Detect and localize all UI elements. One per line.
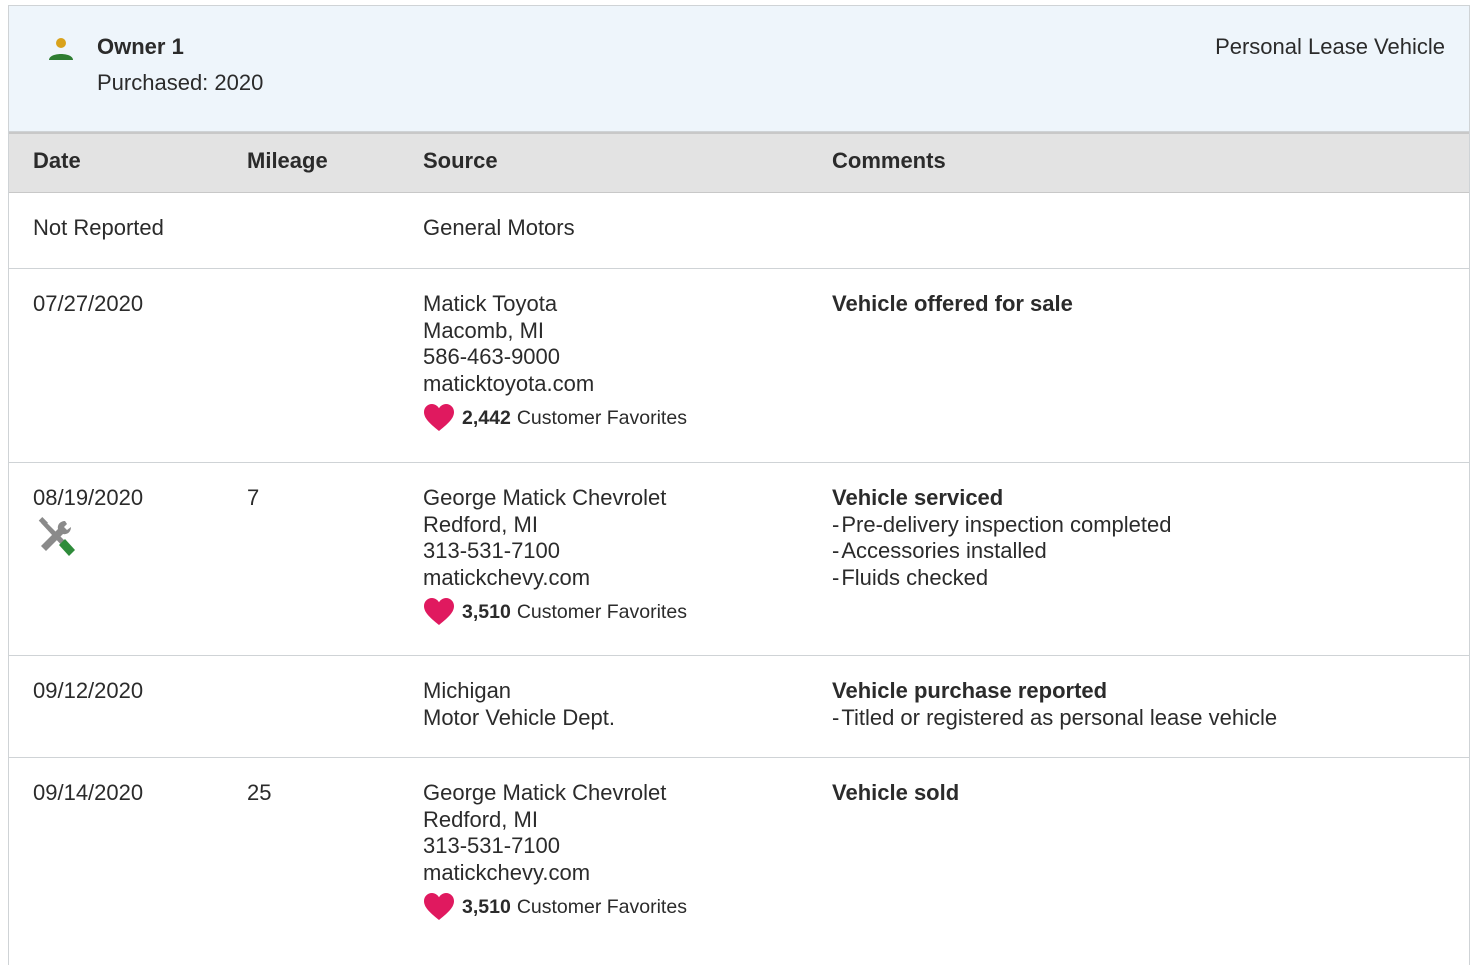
table-row: 08/19/2020 7 George Matick Chevrolet Red… <box>9 463 1469 656</box>
record-comments: Vehicle purchase reported -Titled or reg… <box>832 678 1277 731</box>
record-source: George Matick Chevrolet Redford, MI 313-… <box>423 485 687 627</box>
source-website-link[interactable]: maticktoyota.com <box>423 371 687 398</box>
source-phone[interactable]: 313-531-7100 <box>423 538 687 565</box>
favorites-label: Customer Favorites <box>516 406 687 429</box>
comment-item-text: Pre-delivery inspection completed <box>841 511 1172 537</box>
favorites-count: 2,442 <box>462 406 511 429</box>
source-name: Matick Toyota <box>423 291 558 316</box>
comment-item-text: Fluids checked <box>841 564 989 590</box>
record-date: 09/12/2020 <box>33 678 144 703</box>
table-row: 09/12/2020 Michigan Motor Vehicle Dept. … <box>9 656 1469 758</box>
customer-favorites: 3,510 Customer Favorites <box>423 892 687 922</box>
table-header: Date Mileage Source Comments <box>9 132 1469 193</box>
record-date: 07/27/2020 <box>33 291 144 316</box>
owner-purchased-year: Purchased: 2020 <box>97 70 264 95</box>
source-name: George Matick Chevrolet <box>423 780 667 805</box>
ownership-history-panel: Owner 1 Purchased: 2020 Personal Lease V… <box>8 5 1470 965</box>
record-comments: Vehicle serviced -Pre-delivery inspectio… <box>832 485 1172 591</box>
customer-favorites: 2,442 Customer Favorites <box>423 403 687 433</box>
heart-icon <box>424 893 454 920</box>
source-location: Macomb, MI <box>423 317 545 343</box>
record-mileage: 25 <box>247 780 272 805</box>
column-header-comments: Comments <box>832 148 946 173</box>
table-row: Not Reported General Motors <box>9 193 1469 269</box>
comment-item: -Titled or registered as personal lease … <box>832 704 1278 730</box>
record-date-cell: 08/19/2020 <box>33 485 143 559</box>
heart-icon <box>424 404 454 431</box>
column-header-mileage: Mileage <box>247 148 328 173</box>
record-date: 08/19/2020 <box>33 485 144 510</box>
comment-item-text: Titled or registered as personal lease v… <box>841 704 1278 730</box>
record-source: George Matick Chevrolet Redford, MI 313-… <box>423 780 687 922</box>
favorites-count: 3,510 <box>462 600 511 623</box>
vehicle-use-type: Personal Lease Vehicle <box>1215 34 1445 59</box>
record-mileage: 7 <box>247 485 260 510</box>
record-date: 09/14/2020 <box>33 780 144 805</box>
owner-header: Owner 1 Purchased: 2020 Personal Lease V… <box>9 6 1469 132</box>
comment-item: -Fluids checked <box>832 564 989 590</box>
service-tools-icon <box>38 516 75 556</box>
record-date: Not Reported <box>33 215 164 240</box>
source-phone[interactable]: 586-463-9000 <box>423 344 687 371</box>
history-table-body: Not Reported General Motors 07/27/2020 M… <box>9 193 1469 958</box>
comment-title: Vehicle serviced <box>832 485 1004 510</box>
source-website-link[interactable]: matickchevy.com <box>423 860 687 887</box>
table-row: 07/27/2020 Matick Toyota Macomb, MI 586-… <box>9 269 1469 463</box>
source-phone[interactable]: 313-531-7100 <box>423 833 687 860</box>
column-header-date: Date <box>33 148 81 173</box>
record-comments: Vehicle offered for sale <box>832 291 1073 318</box>
comment-item-text: Accessories installed <box>841 538 1047 563</box>
source-name: George Matick Chevrolet <box>423 485 667 510</box>
favorites-label: Customer Favorites <box>516 895 687 918</box>
source-name: Michigan <box>423 678 512 703</box>
customer-favorites: 3,510 Customer Favorites <box>423 597 687 627</box>
comment-title: Vehicle offered for sale <box>832 291 1073 316</box>
record-source: General Motors <box>423 215 575 242</box>
source-location: Redford, MI <box>423 511 538 537</box>
source-location: Redford, MI <box>423 806 538 832</box>
source-website-link[interactable]: matickchevy.com <box>423 565 687 592</box>
table-row: 09/14/2020 25 George Matick Chevrolet Re… <box>9 758 1469 958</box>
source-department: Motor Vehicle Dept. <box>423 704 615 730</box>
comment-title: Vehicle sold <box>832 780 960 805</box>
record-source: Michigan Motor Vehicle Dept. <box>423 678 615 731</box>
favorites-count: 3,510 <box>462 895 511 918</box>
heart-icon <box>424 598 454 625</box>
record-source: Matick Toyota Macomb, MI 586-463-9000 ma… <box>423 291 687 433</box>
comment-title: Vehicle purchase reported <box>832 678 1108 703</box>
person-icon <box>49 38 73 60</box>
column-header-source: Source <box>423 148 498 173</box>
favorites-label: Customer Favorites <box>516 600 687 623</box>
record-comments: Vehicle sold <box>832 780 959 807</box>
owner-name: Owner 1 <box>97 34 184 59</box>
comment-item: -Accessories installed <box>832 538 1047 563</box>
comment-item: -Pre-delivery inspection completed <box>832 511 1172 537</box>
source-name: General Motors <box>423 215 575 240</box>
